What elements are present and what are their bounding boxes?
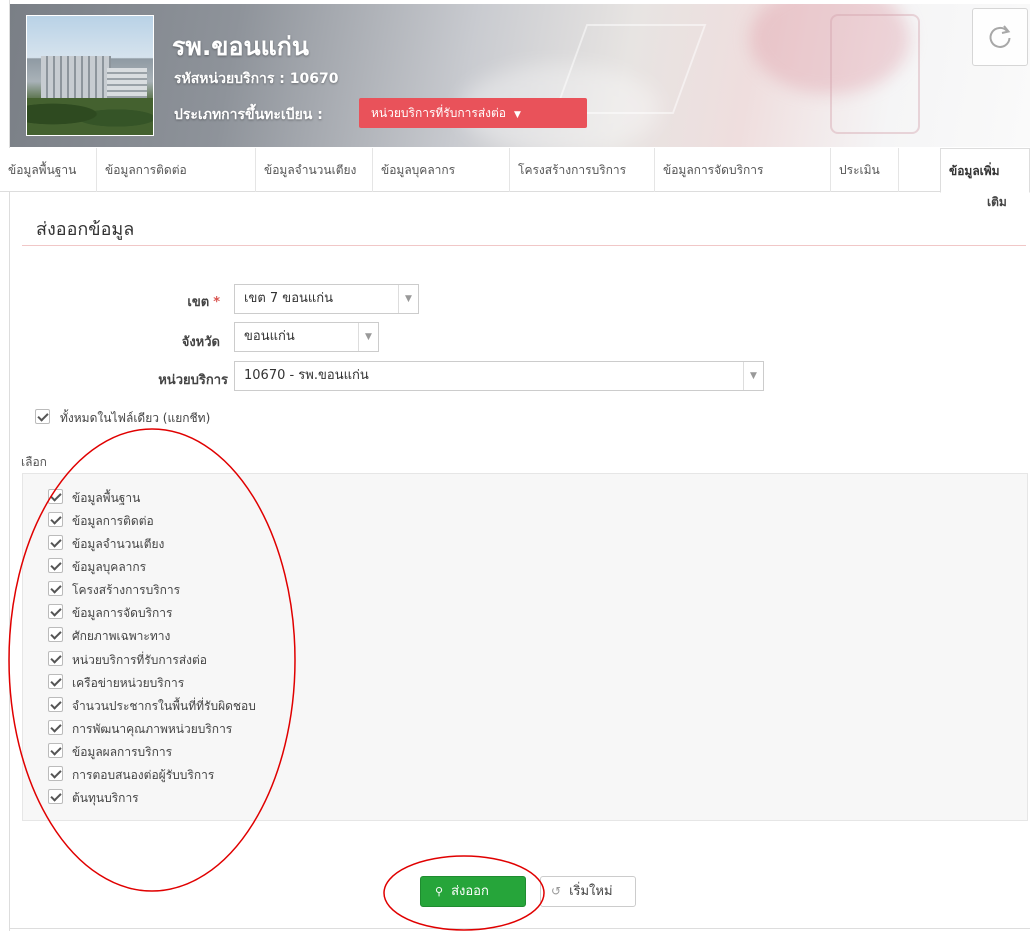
zone-select[interactable]: เขต 7 ขอนแก่น ▼ — [234, 284, 419, 314]
list-item[interactable]: จำนวนประชากรในพื้นที่ที่รับผิดชอบ — [48, 696, 348, 714]
list-item[interactable]: ข้อมูลจำนวนเตียง — [48, 534, 348, 552]
list-item[interactable]: หน่วยบริการที่รับการส่งต่อ — [48, 650, 348, 668]
zone-select-value: เขต 7 ขอนแก่น — [244, 291, 334, 306]
single-file-checkbox[interactable] — [35, 409, 50, 424]
search-icon: ⚲ — [435, 885, 444, 898]
list-item[interactable]: เครือข่ายหน่วยบริการ — [48, 673, 348, 691]
chevron-down-icon: ▼ — [514, 110, 521, 120]
list-item[interactable]: ข้อมูลการจัดบริการ — [48, 603, 348, 621]
item-checkbox[interactable] — [48, 512, 63, 527]
footer-divider — [9, 928, 1030, 929]
list-item[interactable]: การตอบสนองต่อผู้รับบริการ — [48, 765, 348, 783]
registration-type-value: หน่วยบริการที่รับการส่งต่อ — [371, 106, 506, 120]
list-item[interactable]: ข้อมูลการติดต่อ — [48, 511, 348, 529]
export-button[interactable]: ⚲ ส่งออก — [420, 876, 526, 907]
item-checkbox[interactable] — [48, 766, 63, 781]
item-checkbox[interactable] — [48, 743, 63, 758]
tab-additional-info[interactable]: ข้อมูลเพิ่ม — [940, 148, 1030, 193]
tab-service-structure[interactable]: โครงสร้างการบริการ — [510, 148, 655, 192]
item-checkbox[interactable] — [48, 604, 63, 619]
item-checkbox[interactable] — [48, 697, 63, 712]
chevron-down-icon: ▼ — [743, 362, 763, 390]
unit-select-value: 10670 - รพ.ขอนแก่น — [244, 368, 369, 383]
list-item[interactable]: ศักยภาพเฉพาะทาง — [48, 626, 348, 644]
required-marker: * — [213, 295, 220, 310]
chevron-down-icon: ▼ — [398, 285, 418, 313]
choose-label: เลือก — [21, 455, 47, 469]
list-item[interactable]: การพัฒนาคุณภาพหน่วยบริการ — [48, 719, 348, 737]
item-checkbox[interactable] — [48, 789, 63, 804]
item-checkbox[interactable] — [48, 651, 63, 666]
undo-icon: ↺ — [551, 884, 562, 898]
tab-additional-info-line2: เติม — [987, 195, 1007, 209]
title-divider — [22, 245, 1026, 246]
unit-select[interactable]: 10670 - รพ.ขอนแก่น ▼ — [234, 361, 764, 391]
tab-contact-info[interactable]: ข้อมูลการติดต่อ — [97, 148, 256, 192]
hospital-photo — [26, 15, 154, 136]
list-item[interactable]: ข้อมูลบุคลากร — [48, 557, 348, 575]
chevron-down-icon: ▼ — [358, 323, 378, 351]
tab-bar: ข้อมูลพื้นฐาน ข้อมูลการติดต่อ ข้อมูลจำนว… — [0, 148, 1030, 193]
export-items-panel: ข้อมูลพื้นฐาน ข้อมูลการติดต่อ ข้อมูลจำนว… — [22, 473, 1028, 821]
tab-bed-count[interactable]: ข้อมูลจำนวนเตียง — [256, 148, 373, 192]
registration-type-dropdown[interactable]: หน่วยบริการที่รับการส่งต่อ ▼ — [359, 98, 587, 128]
tab-basic-info[interactable]: ข้อมูลพื้นฐาน — [0, 148, 97, 192]
unit-label: หน่วยบริการ — [158, 373, 228, 388]
refresh-button[interactable] — [972, 8, 1028, 66]
item-checkbox[interactable] — [48, 489, 63, 504]
province-label: จังหวัด — [181, 335, 220, 350]
tab-service-provision[interactable]: ข้อมูลการจัดบริการ — [655, 148, 831, 192]
list-item[interactable]: ข้อมูลผลการบริการ — [48, 742, 348, 760]
single-file-label: ทั้งหมดในไฟล์เดียว (แยกชีท) — [60, 411, 211, 425]
item-checkbox[interactable] — [48, 627, 63, 642]
tab-personnel[interactable]: ข้อมูลบุคลากร — [373, 148, 510, 192]
reset-button[interactable]: ↺ เริ่มใหม่ — [540, 876, 636, 907]
refresh-icon — [989, 25, 1011, 48]
list-item[interactable]: โครงสร้างการบริการ — [48, 580, 348, 598]
item-checkbox[interactable] — [48, 581, 63, 596]
zone-label: เขต * — [187, 295, 220, 310]
province-select[interactable]: ขอนแก่น ▼ — [234, 322, 379, 352]
item-checkbox[interactable] — [48, 720, 63, 735]
tab-assessment[interactable]: ประเมิน — [831, 148, 899, 192]
registration-type-label: ประเภทการขึ้นทะเบียน : — [174, 107, 323, 123]
list-item[interactable]: ข้อมูลพื้นฐาน — [48, 488, 348, 506]
item-checkbox[interactable] — [48, 535, 63, 550]
item-checkbox[interactable] — [48, 674, 63, 689]
list-item[interactable]: ต้นทุนบริการ — [48, 788, 348, 806]
page-title: ส่งออกข้อมูล — [36, 219, 135, 240]
hospital-name: รพ.ขอนแก่น — [172, 32, 309, 61]
province-select-value: ขอนแก่น — [244, 329, 295, 344]
item-checkbox[interactable] — [48, 558, 63, 573]
service-code: รหัสหน่วยบริการ : 10670 — [174, 71, 339, 87]
